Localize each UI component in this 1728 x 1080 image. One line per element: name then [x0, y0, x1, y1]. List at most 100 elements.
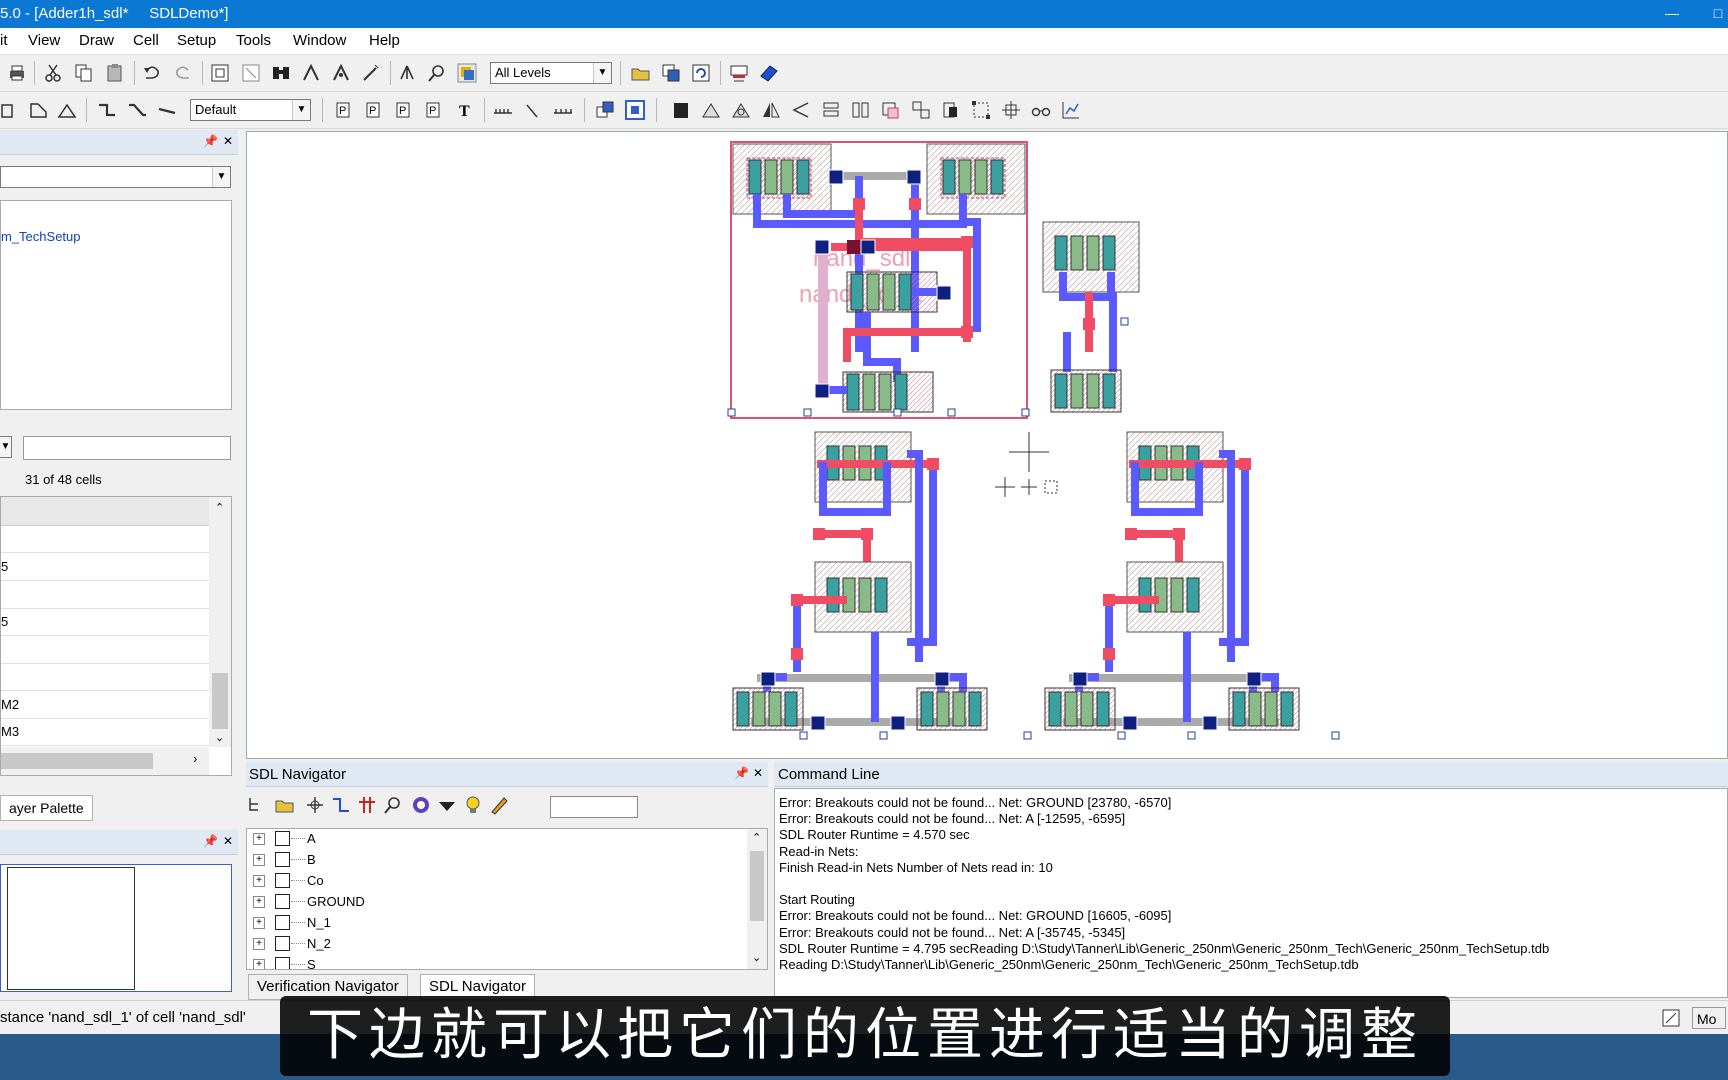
- route-red-icon[interactable]: [356, 794, 378, 816]
- wire-orth-icon[interactable]: [96, 99, 118, 121]
- poly45-icon[interactable]: [28, 99, 50, 121]
- transistor-group[interactable]: [1042, 221, 1140, 413]
- book-icon[interactable]: [758, 62, 780, 84]
- print-icon[interactable]: [6, 62, 28, 84]
- scroll-thumb[interactable]: [750, 851, 764, 921]
- redo-icon[interactable]: [172, 62, 194, 84]
- zoom-extents-icon[interactable]: [240, 62, 262, 84]
- hierarchy-icon[interactable]: [396, 62, 418, 84]
- transistor-group[interactable]: [1044, 431, 1300, 731]
- undo-icon[interactable]: [141, 62, 163, 84]
- layers-icon[interactable]: [456, 62, 478, 84]
- pin-icon[interactable]: 📌: [203, 134, 218, 148]
- cell-row[interactable]: 5: [1, 608, 209, 636]
- port-icon-3[interactable]: P: [392, 99, 414, 121]
- magnifier-icon[interactable]: [426, 62, 448, 84]
- cell-row[interactable]: M3: [1, 718, 209, 746]
- bounding-icon[interactable]: [970, 99, 992, 121]
- grid-snap-icon[interactable]: [1000, 99, 1022, 121]
- expand-icon[interactable]: +: [253, 917, 265, 929]
- preview-viewport[interactable]: [7, 867, 135, 990]
- windows-icon[interactable]: [660, 62, 682, 84]
- expand-icon[interactable]: +: [253, 938, 265, 950]
- close-icon[interactable]: ✕: [221, 134, 235, 148]
- preview-pane[interactable]: [0, 864, 232, 992]
- transistor-group[interactable]: [732, 143, 1026, 413]
- text-icon[interactable]: T: [454, 99, 476, 121]
- align-left-icon[interactable]: [850, 99, 872, 121]
- scroll-thumb[interactable]: [1, 753, 153, 769]
- rotate-icon[interactable]: [700, 99, 722, 121]
- pin-icon[interactable]: 📌: [734, 766, 749, 780]
- transistor-group[interactable]: [732, 431, 988, 731]
- select-box-icon[interactable]: [624, 99, 646, 121]
- chevron-down-icon[interactable]: ⌄: [215, 731, 224, 744]
- open-folder-icon[interactable]: [274, 794, 296, 816]
- find-icon[interactable]: [270, 62, 292, 84]
- lightbulb-icon[interactable]: [462, 794, 484, 816]
- highlight-icon[interactable]: [410, 794, 432, 816]
- close-icon[interactable]: ✕: [221, 834, 235, 848]
- net-checkbox[interactable]: [275, 936, 290, 951]
- expand-icon[interactable]: +: [253, 875, 265, 887]
- drc-icon[interactable]: [728, 62, 750, 84]
- style-select[interactable]: Default ▼: [190, 99, 311, 121]
- cell-row[interactable]: M2: [1, 691, 209, 719]
- scroll-thumb[interactable]: [212, 673, 228, 729]
- menu-draw[interactable]: Draw: [79, 32, 114, 49]
- library-select[interactable]: ▼: [0, 166, 231, 188]
- zoom-box-icon[interactable]: [209, 62, 231, 84]
- wand-icon[interactable]: [360, 62, 382, 84]
- tab-layer-palette[interactable]: ayer Palette: [0, 795, 93, 821]
- cell-row[interactable]: [1, 581, 209, 609]
- magnifier-icon[interactable]: [382, 794, 404, 816]
- rotate-ccw-icon[interactable]: [730, 99, 752, 121]
- triangle-icon[interactable]: [56, 99, 78, 121]
- chart-icon[interactable]: [1060, 99, 1082, 121]
- layout-canvas[interactable]: nand_sdl nand_sdl_1: [246, 131, 1728, 759]
- expand-icon[interactable]: +: [253, 854, 265, 866]
- merge-icon[interactable]: [880, 99, 902, 121]
- net-checkbox[interactable]: [275, 894, 290, 909]
- edit-object-icon[interactable]: [670, 99, 692, 121]
- menu-view[interactable]: View: [28, 32, 60, 49]
- menu-edit[interactable]: it: [0, 32, 8, 49]
- tool-icon-2[interactable]: [330, 62, 352, 84]
- cell-row[interactable]: 5: [1, 553, 209, 581]
- flip-vertical-icon[interactable]: [790, 99, 812, 121]
- open-icon[interactable]: [630, 62, 652, 84]
- command-output[interactable]: Error: Breakouts could not be found... N…: [774, 788, 1728, 998]
- pen-icon[interactable]: [488, 794, 510, 816]
- chevron-up-icon[interactable]: ⌃: [215, 501, 224, 514]
- port-icon-2[interactable]: P: [362, 99, 384, 121]
- close-icon[interactable]: ✕: [751, 766, 765, 780]
- expand-icon[interactable]: +: [253, 833, 265, 845]
- cell-row[interactable]: [1, 663, 209, 691]
- cut-icon[interactable]: [42, 62, 64, 84]
- net-checkbox[interactable]: [275, 873, 290, 888]
- instance-icon[interactable]: [594, 99, 616, 121]
- pin-icon[interactable]: 📌: [203, 834, 218, 848]
- cell-filter-input[interactable]: [23, 436, 231, 460]
- refresh-icon[interactable]: [690, 62, 712, 84]
- net-checkbox[interactable]: [275, 852, 290, 867]
- chevron-up-icon[interactable]: ⌃: [752, 831, 761, 844]
- tech-setup-item[interactable]: m_TechSetup: [1, 229, 81, 244]
- menu-help[interactable]: Help: [369, 32, 400, 49]
- cell-list[interactable]: 5 5 M2 M3 ⌃ ⌄ ›: [0, 496, 232, 776]
- cell-row[interactable]: [1, 525, 209, 553]
- sdl-search-input[interactable]: [550, 796, 638, 818]
- paste-icon[interactable]: [104, 62, 126, 84]
- wire-diag-icon[interactable]: [126, 99, 148, 121]
- group-icon[interactable]: [910, 99, 932, 121]
- align-top-icon[interactable]: [820, 99, 842, 121]
- menu-tools[interactable]: Tools: [236, 32, 271, 49]
- ruler-end-icon[interactable]: [552, 99, 574, 121]
- cell-row[interactable]: [1, 636, 209, 664]
- minimize-button[interactable]: —: [1652, 0, 1692, 28]
- status-mode[interactable]: Mo: [1692, 1007, 1726, 1029]
- wire-any-icon[interactable]: [156, 99, 178, 121]
- net-tree[interactable]: + A + B + Co + GROUND + N_1 + N_2 + S ⌃ ⌄: [246, 828, 768, 970]
- port-icon-4[interactable]: P: [422, 99, 444, 121]
- filter-select[interactable]: ▼: [0, 436, 12, 458]
